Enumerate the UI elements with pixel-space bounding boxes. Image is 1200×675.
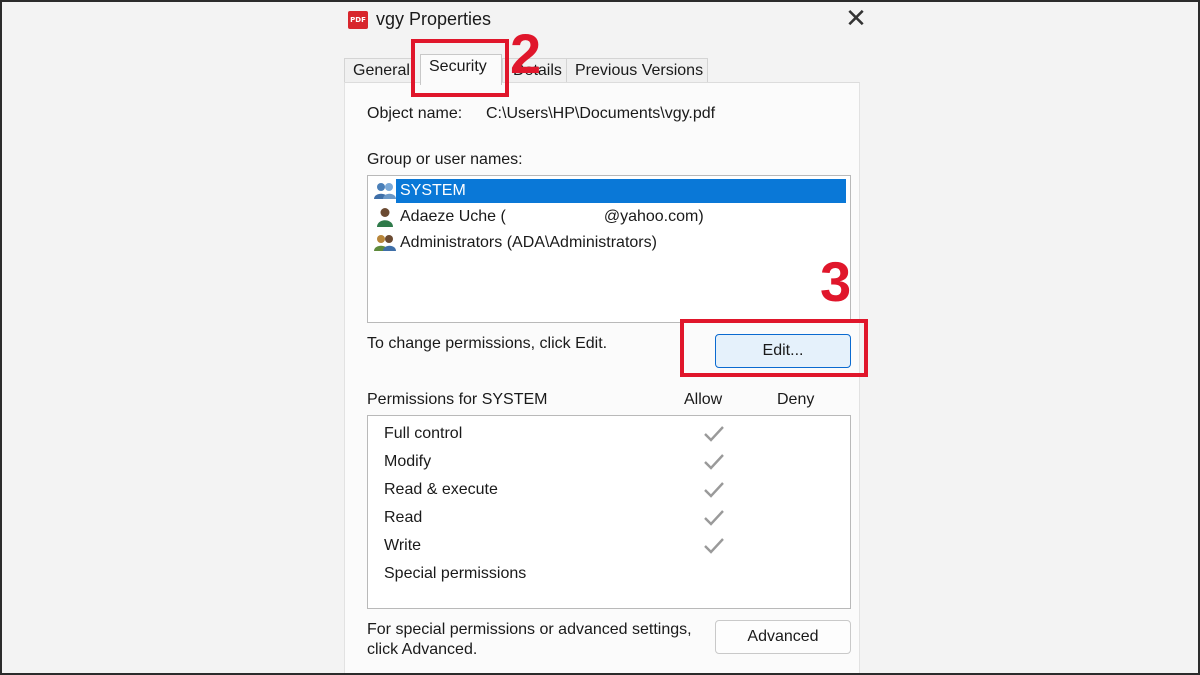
permission-name: Modify xyxy=(384,453,432,470)
list-item[interactable]: Administrators (ADA\Administrators) xyxy=(374,231,846,255)
allow-check-icon xyxy=(704,538,724,554)
tab-previous-versions[interactable]: Previous Versions xyxy=(566,58,708,84)
list-item: Special permissions xyxy=(384,560,844,588)
step-number-3: 3 xyxy=(820,250,852,313)
tab-security[interactable]: Security xyxy=(420,54,502,85)
allow-check-icon xyxy=(704,426,724,442)
permission-name: Read & execute xyxy=(384,481,498,498)
permissions-list: Full control Modify Read & execute Read … xyxy=(367,415,851,609)
list-item: Write xyxy=(384,532,844,560)
users-group-icon xyxy=(374,233,396,253)
permission-name: Special permissions xyxy=(384,565,527,582)
list-item-label: Adaeze Uche ( xyxy=(400,208,506,225)
permission-name: Read xyxy=(384,509,423,526)
allow-check-icon xyxy=(704,510,724,526)
advanced-hint-line1: For special permissions or advanced sett… xyxy=(367,621,692,638)
object-name-value: C:\Users\HP\Documents\vgy.pdf xyxy=(486,105,716,122)
list-item-email: @yahoo.com) xyxy=(603,208,704,225)
list-item[interactable]: SYSTEM xyxy=(396,179,846,203)
allow-check-icon xyxy=(704,482,724,498)
tab-general[interactable]: General xyxy=(344,58,414,84)
pdf-file-icon: PDF xyxy=(348,11,368,29)
deny-column-header: Deny xyxy=(777,391,815,408)
allow-check-icon xyxy=(704,454,724,470)
permission-name: Write xyxy=(384,537,422,554)
permissions-label: Permissions for SYSTEM xyxy=(367,391,548,408)
allow-column-header: Allow xyxy=(684,391,723,408)
step-number-2: 2 xyxy=(510,22,542,85)
title-bar: PDF vgy Properties ✕ xyxy=(332,0,872,42)
list-item: Read xyxy=(384,504,844,532)
advanced-button[interactable]: Advanced xyxy=(715,620,851,654)
user-icon xyxy=(374,207,396,227)
list-item: Modify xyxy=(384,448,844,476)
object-name-label: Object name: xyxy=(367,105,463,122)
advanced-hint-line2: click Advanced. xyxy=(367,641,478,658)
change-permissions-hint: To change permissions, click Edit. xyxy=(367,335,608,352)
tab-strip: General Details Previous Versions Securi… xyxy=(344,54,872,85)
users-group-icon xyxy=(374,181,396,201)
permission-name: Full control xyxy=(384,425,463,442)
window-title: vgy Properties xyxy=(376,9,492,29)
list-item-label: Administrators (ADA\Administrators) xyxy=(400,234,657,251)
close-icon[interactable]: ✕ xyxy=(840,6,872,34)
list-item-label: SYSTEM xyxy=(400,182,466,199)
edit-button-highlight xyxy=(680,319,868,377)
list-item: Read & execute xyxy=(384,476,844,504)
user-list[interactable]: SYSTEM Adaeze Uche ( @yahoo.com) Administ… xyxy=(367,175,851,323)
group-names-label: Group or user names: xyxy=(367,151,523,168)
list-item: Full control xyxy=(384,420,844,448)
list-item[interactable]: Adaeze Uche ( @yahoo.com) xyxy=(374,205,846,229)
security-panel: Object name: C:\Users\HP\Documents\vgy.p… xyxy=(344,82,860,675)
